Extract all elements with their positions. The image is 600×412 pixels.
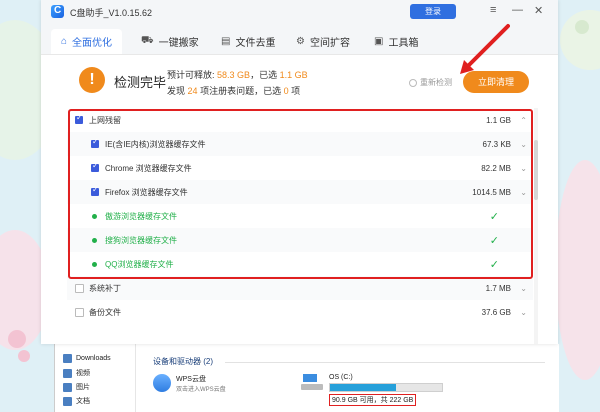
refresh-icon	[409, 78, 417, 87]
warning-icon: !	[79, 67, 105, 93]
highlight-box	[68, 109, 533, 279]
devices-section-header[interactable]: ⌄ 设备和驱动器 (2)	[153, 356, 213, 367]
c-drive-assistant-window: C盘助手_V1.0.15.62 登录 ≡ — ✕ ⌂全面优化 ⛟一键搬家 ▤文件…	[41, 0, 558, 344]
gear-icon: ⚙	[296, 36, 305, 47]
document-icon	[63, 396, 72, 406]
scrollbar-thumb[interactable]	[534, 140, 538, 200]
flower-decoration	[8, 330, 26, 348]
checkbox[interactable]	[75, 283, 84, 293]
flower-decoration	[18, 350, 30, 362]
tab-one-click-move[interactable]: ⛟ 一键搬家	[131, 29, 209, 54]
nav-item-downloads[interactable]: Downloads	[63, 354, 111, 363]
checkbox[interactable]	[75, 307, 84, 317]
file-explorer-window: Downloads 视频 图片 文档 ⌄ 设备和驱动器 (2) WPS云盘 双击进…	[54, 344, 559, 412]
cloud-icon	[153, 374, 171, 392]
item-label: 备份文件	[89, 307, 121, 317]
wallpaper-decoration	[560, 10, 600, 70]
chevron-down-icon[interactable]: ⌄	[520, 308, 527, 317]
flower-decoration	[575, 20, 589, 34]
release-summary: 预计可释放: 58.3 GB，已选 1.1 GB	[167, 70, 308, 80]
truck-icon: ⛟	[141, 35, 154, 46]
registry-summary: 发现 24 项注册表问题，已选 0 项	[167, 86, 301, 96]
status-title: 检测完毕	[114, 75, 167, 90]
hard-drive-icon	[301, 374, 323, 392]
item-size: 1.7 MB	[485, 283, 511, 293]
drive-name: OS (C:)	[329, 374, 353, 381]
tab-bar: ⌂ 全面优化 ⛟ 一键搬家 ▤ 文件去重 ⚙ 空间扩容 ▣ 工具箱	[41, 24, 558, 55]
clean-now-button[interactable]: 立即清理	[463, 71, 529, 93]
menu-icon[interactable]: ≡	[490, 4, 496, 16]
chevron-down-icon: ⌄	[196, 356, 203, 365]
app-title: C盘助手_V1.0.15.62	[70, 8, 153, 18]
tab-full-optimize[interactable]: ⌂ 全面优化	[51, 29, 123, 54]
item-label: 系统补丁	[89, 283, 121, 293]
close-icon[interactable]: ✕	[534, 4, 543, 17]
minimize-icon[interactable]: —	[512, 4, 523, 16]
item-size: 37.6 GB	[481, 307, 511, 317]
rescan-button[interactable]: 重新检测	[409, 77, 452, 88]
list-item[interactable]: 备份文件 37.6 GB ⌄	[67, 300, 533, 324]
drive-capacity-text: 90.9 GB 可用，共 222 GB	[329, 394, 417, 406]
image-icon	[63, 382, 72, 392]
scan-status-panel: ! 检测完毕 预计可释放: 58.3 GB，已选 1.1 GB 发现 24 项注…	[41, 56, 558, 104]
drive-os-c[interactable]: OS (C:) 90.9 GB 可用，共 222 GB	[301, 374, 443, 406]
home-icon: ⌂	[61, 36, 68, 47]
drive-usage-fill	[330, 384, 397, 391]
file-icon: ▤	[221, 36, 231, 47]
drive-usage-bar	[329, 383, 443, 392]
toolbox-icon: ▣	[374, 36, 384, 47]
wallpaper-decoration	[555, 160, 600, 380]
drive-name: WPS云盘	[176, 376, 206, 383]
chevron-down-icon[interactable]: ⌄	[520, 284, 527, 293]
tab-space-expand[interactable]: ⚙ 空间扩容	[286, 29, 360, 54]
nav-item-videos[interactable]: 视频	[63, 368, 90, 378]
nav-item-documents[interactable]: 文档	[63, 396, 90, 406]
list-item[interactable]: 系统补丁 1.7 MB ⌄	[67, 276, 533, 300]
video-icon	[63, 368, 72, 378]
title-bar: C盘助手_V1.0.15.62 登录 ≡ — ✕	[41, 0, 558, 24]
login-button[interactable]: 登录	[410, 4, 456, 19]
section-divider	[225, 362, 545, 363]
tab-toolbox[interactable]: ▣ 工具箱	[364, 29, 428, 54]
drive-subtitle: 双击进入WPS云盘	[176, 387, 226, 393]
download-icon	[63, 354, 72, 363]
drive-wps-cloud[interactable]: WPS云盘 双击进入WPS云盘	[153, 374, 226, 393]
nav-item-pictures[interactable]: 图片	[63, 382, 90, 392]
tab-file-dedupe[interactable]: ▤ 文件去重	[211, 29, 285, 54]
app-logo-icon	[51, 5, 64, 18]
explorer-nav-pane: Downloads 视频 图片 文档	[55, 344, 136, 412]
